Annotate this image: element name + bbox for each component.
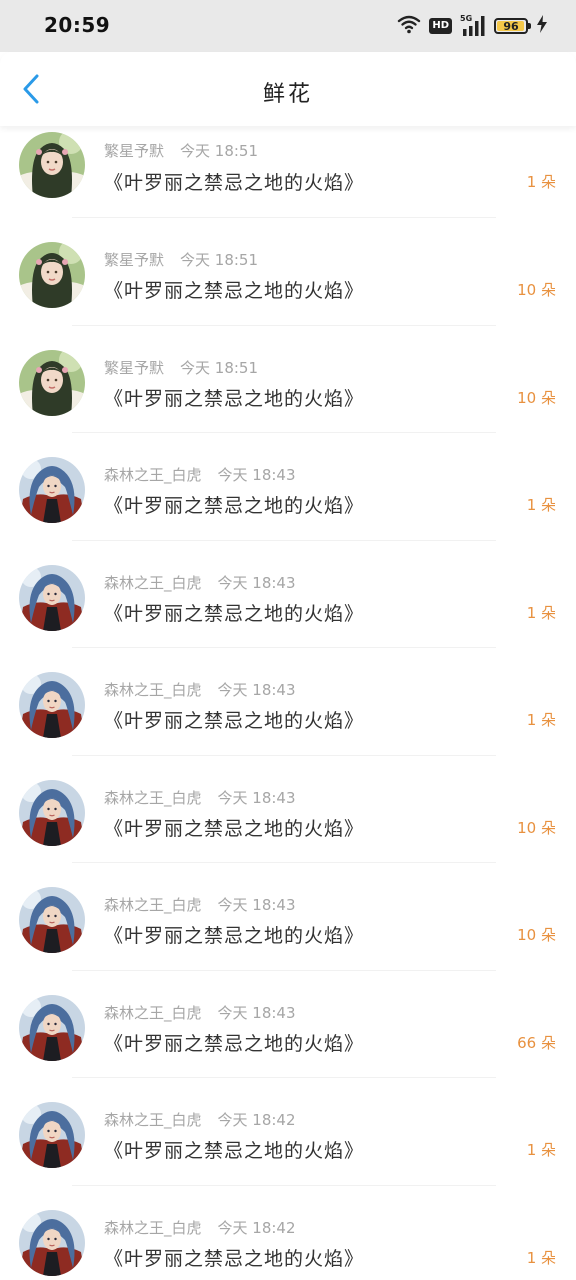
status-time: 20:59 [44, 13, 111, 37]
list-item[interactable]: 森林之王_白虎 今天 18:43 《叶罗丽之禁忌之地的火焰》 1 朵 [0, 648, 576, 756]
battery-icon: 96 [494, 18, 531, 34]
user-name[interactable]: 森林之王_白虎 [104, 1219, 202, 1237]
item-meta: 森林之王_白虎 今天 18:43 [104, 894, 296, 915]
item-meta: 繁星予默 今天 18:51 [104, 140, 258, 161]
flower-count: 10 朵 [517, 388, 556, 407]
item-meta: 繁星予默 今天 18:51 [104, 249, 258, 270]
user-name[interactable]: 繁星予默 [104, 359, 164, 377]
timestamp: 今天 18:43 [217, 573, 296, 592]
user-name[interactable]: 森林之王_白虎 [104, 681, 202, 699]
flower-count: 66 朵 [517, 1033, 556, 1052]
item-meta: 森林之王_白虎 今天 18:43 [104, 572, 296, 593]
signal-icon: 5G [460, 14, 486, 37]
book-title[interactable]: 《叶罗丽之禁忌之地的火焰》 [104, 814, 364, 841]
wifi-icon [397, 14, 421, 38]
flower-gift-list[interactable]: 繁星予默 今天 18:51 《叶罗丽之禁忌之地的火焰》 1 朵 繁星予默 今天 18:5… [0, 126, 576, 1280]
avatar[interactable] [19, 1209, 85, 1276]
timestamp: 今天 18:43 [217, 896, 296, 914]
book-title[interactable]: 《叶罗丽之禁忌之地的火焰》 [104, 168, 364, 195]
list-item[interactable]: 繁星予默 今天 18:51 《叶罗丽之禁忌之地的火焰》 10 朵 [0, 326, 576, 433]
user-name[interactable]: 森林之王_白虎 [104, 1004, 202, 1022]
timestamp: 今天 18:43 [217, 681, 296, 699]
list-item[interactable]: 森林之王_白虎 今天 18:43 《叶罗丽之禁忌之地的火焰》 66 朵 [0, 971, 576, 1078]
avatar[interactable] [19, 1102, 85, 1168]
item-meta: 森林之王_白虎 今天 18:42 [104, 1217, 296, 1238]
list-item[interactable]: 森林之王_白虎 今天 18:43 《叶罗丽之禁忌之地的火焰》 10 朵 [0, 863, 576, 971]
page-title: 鲜花 [262, 82, 313, 107]
user-name[interactable]: 繁星予默 [104, 142, 164, 160]
book-title[interactable]: 《叶罗丽之禁忌之地的火焰》 [104, 491, 364, 518]
avatar[interactable] [19, 349, 85, 416]
avatar[interactable] [19, 672, 85, 738]
avatar[interactable] [19, 887, 85, 953]
user-name[interactable]: 森林之王_白虎 [104, 896, 202, 914]
avatar[interactable] [19, 564, 85, 631]
flower-count: 10 朵 [517, 818, 556, 837]
user-name[interactable]: 森林之王_白虎 [104, 789, 202, 807]
user-name[interactable]: 森林之王_白虎 [104, 574, 202, 592]
list-item[interactable]: 森林之王_白虎 今天 18:43 《叶罗丽之禁忌之地的火焰》 1 朵 [0, 541, 576, 648]
timestamp: 今天 18:42 [217, 1111, 296, 1129]
timestamp: 今天 18:43 [217, 466, 296, 484]
avatar[interactable] [19, 132, 85, 198]
status-bar: 20:59 HD 5G 96 [0, 0, 576, 52]
nav-bar: 鲜花 [0, 52, 576, 126]
timestamp: 今天 18:42 [217, 1218, 296, 1237]
timestamp: 今天 18:51 [180, 358, 259, 377]
avatar[interactable] [19, 242, 85, 308]
battery-level: 96 [503, 19, 519, 33]
item-meta: 森林之王_白虎 今天 18:43 [104, 464, 296, 485]
hd-icon: HD [429, 18, 452, 34]
user-name[interactable]: 森林之王_白虎 [104, 1111, 202, 1129]
flower-count: 1 朵 [526, 496, 556, 514]
book-title[interactable]: 《叶罗丽之禁忌之地的火焰》 [104, 1244, 364, 1271]
book-title[interactable]: 《叶罗丽之禁忌之地的火焰》 [104, 706, 364, 733]
list-item[interactable]: 繁星予默 今天 18:51 《叶罗丽之禁忌之地的火焰》 10 朵 [0, 218, 576, 326]
timestamp: 今天 18:51 [180, 142, 259, 160]
flower-count: 1 朵 [526, 1248, 556, 1267]
book-title[interactable]: 《叶罗丽之禁忌之地的火焰》 [104, 1136, 364, 1163]
flower-count: 1 朵 [526, 1141, 556, 1159]
flower-count: 1 朵 [526, 173, 556, 191]
book-title[interactable]: 《叶罗丽之禁忌之地的火焰》 [104, 276, 364, 303]
book-title[interactable]: 《叶罗丽之禁忌之地的火焰》 [104, 921, 364, 948]
flower-count: 1 朵 [526, 711, 556, 729]
list-item[interactable]: 森林之王_白虎 今天 18:42 《叶罗丽之禁忌之地的火焰》 1 朵 [0, 1186, 576, 1280]
status-icons: HD 5G 96 [397, 14, 548, 38]
list-item[interactable]: 森林之王_白虎 今天 18:43 《叶罗丽之禁忌之地的火焰》 10 朵 [0, 756, 576, 863]
list-item[interactable]: 繁星予默 今天 18:51 《叶罗丽之禁忌之地的火焰》 1 朵 [0, 126, 576, 218]
charging-icon [536, 15, 548, 37]
item-meta: 森林之王_白虎 今天 18:43 [104, 1002, 296, 1023]
item-meta: 森林之王_白虎 今天 18:42 [104, 1109, 296, 1130]
avatar[interactable] [19, 779, 85, 846]
item-meta: 繁星予默 今天 18:51 [104, 357, 258, 378]
avatar[interactable] [19, 457, 85, 523]
user-name[interactable]: 森林之王_白虎 [104, 466, 202, 484]
avatar[interactable] [19, 994, 85, 1061]
list-item[interactable]: 森林之王_白虎 今天 18:42 《叶罗丽之禁忌之地的火焰》 1 朵 [0, 1078, 576, 1186]
user-name[interactable]: 繁星予默 [104, 251, 164, 269]
book-title[interactable]: 《叶罗丽之禁忌之地的火焰》 [104, 1029, 364, 1056]
timestamp: 今天 18:43 [217, 1003, 296, 1022]
item-meta: 森林之王_白虎 今天 18:43 [104, 787, 296, 808]
flower-count: 10 朵 [517, 281, 556, 299]
list-item[interactable]: 森林之王_白虎 今天 18:43 《叶罗丽之禁忌之地的火焰》 1 朵 [0, 433, 576, 541]
book-title[interactable]: 《叶罗丽之禁忌之地的火焰》 [104, 384, 364, 411]
timestamp: 今天 18:43 [217, 788, 296, 807]
book-title[interactable]: 《叶罗丽之禁忌之地的火焰》 [104, 599, 364, 626]
flower-count: 10 朵 [517, 926, 556, 944]
timestamp: 今天 18:51 [180, 251, 259, 269]
item-meta: 森林之王_白虎 今天 18:43 [104, 679, 296, 700]
flower-count: 1 朵 [526, 603, 556, 622]
